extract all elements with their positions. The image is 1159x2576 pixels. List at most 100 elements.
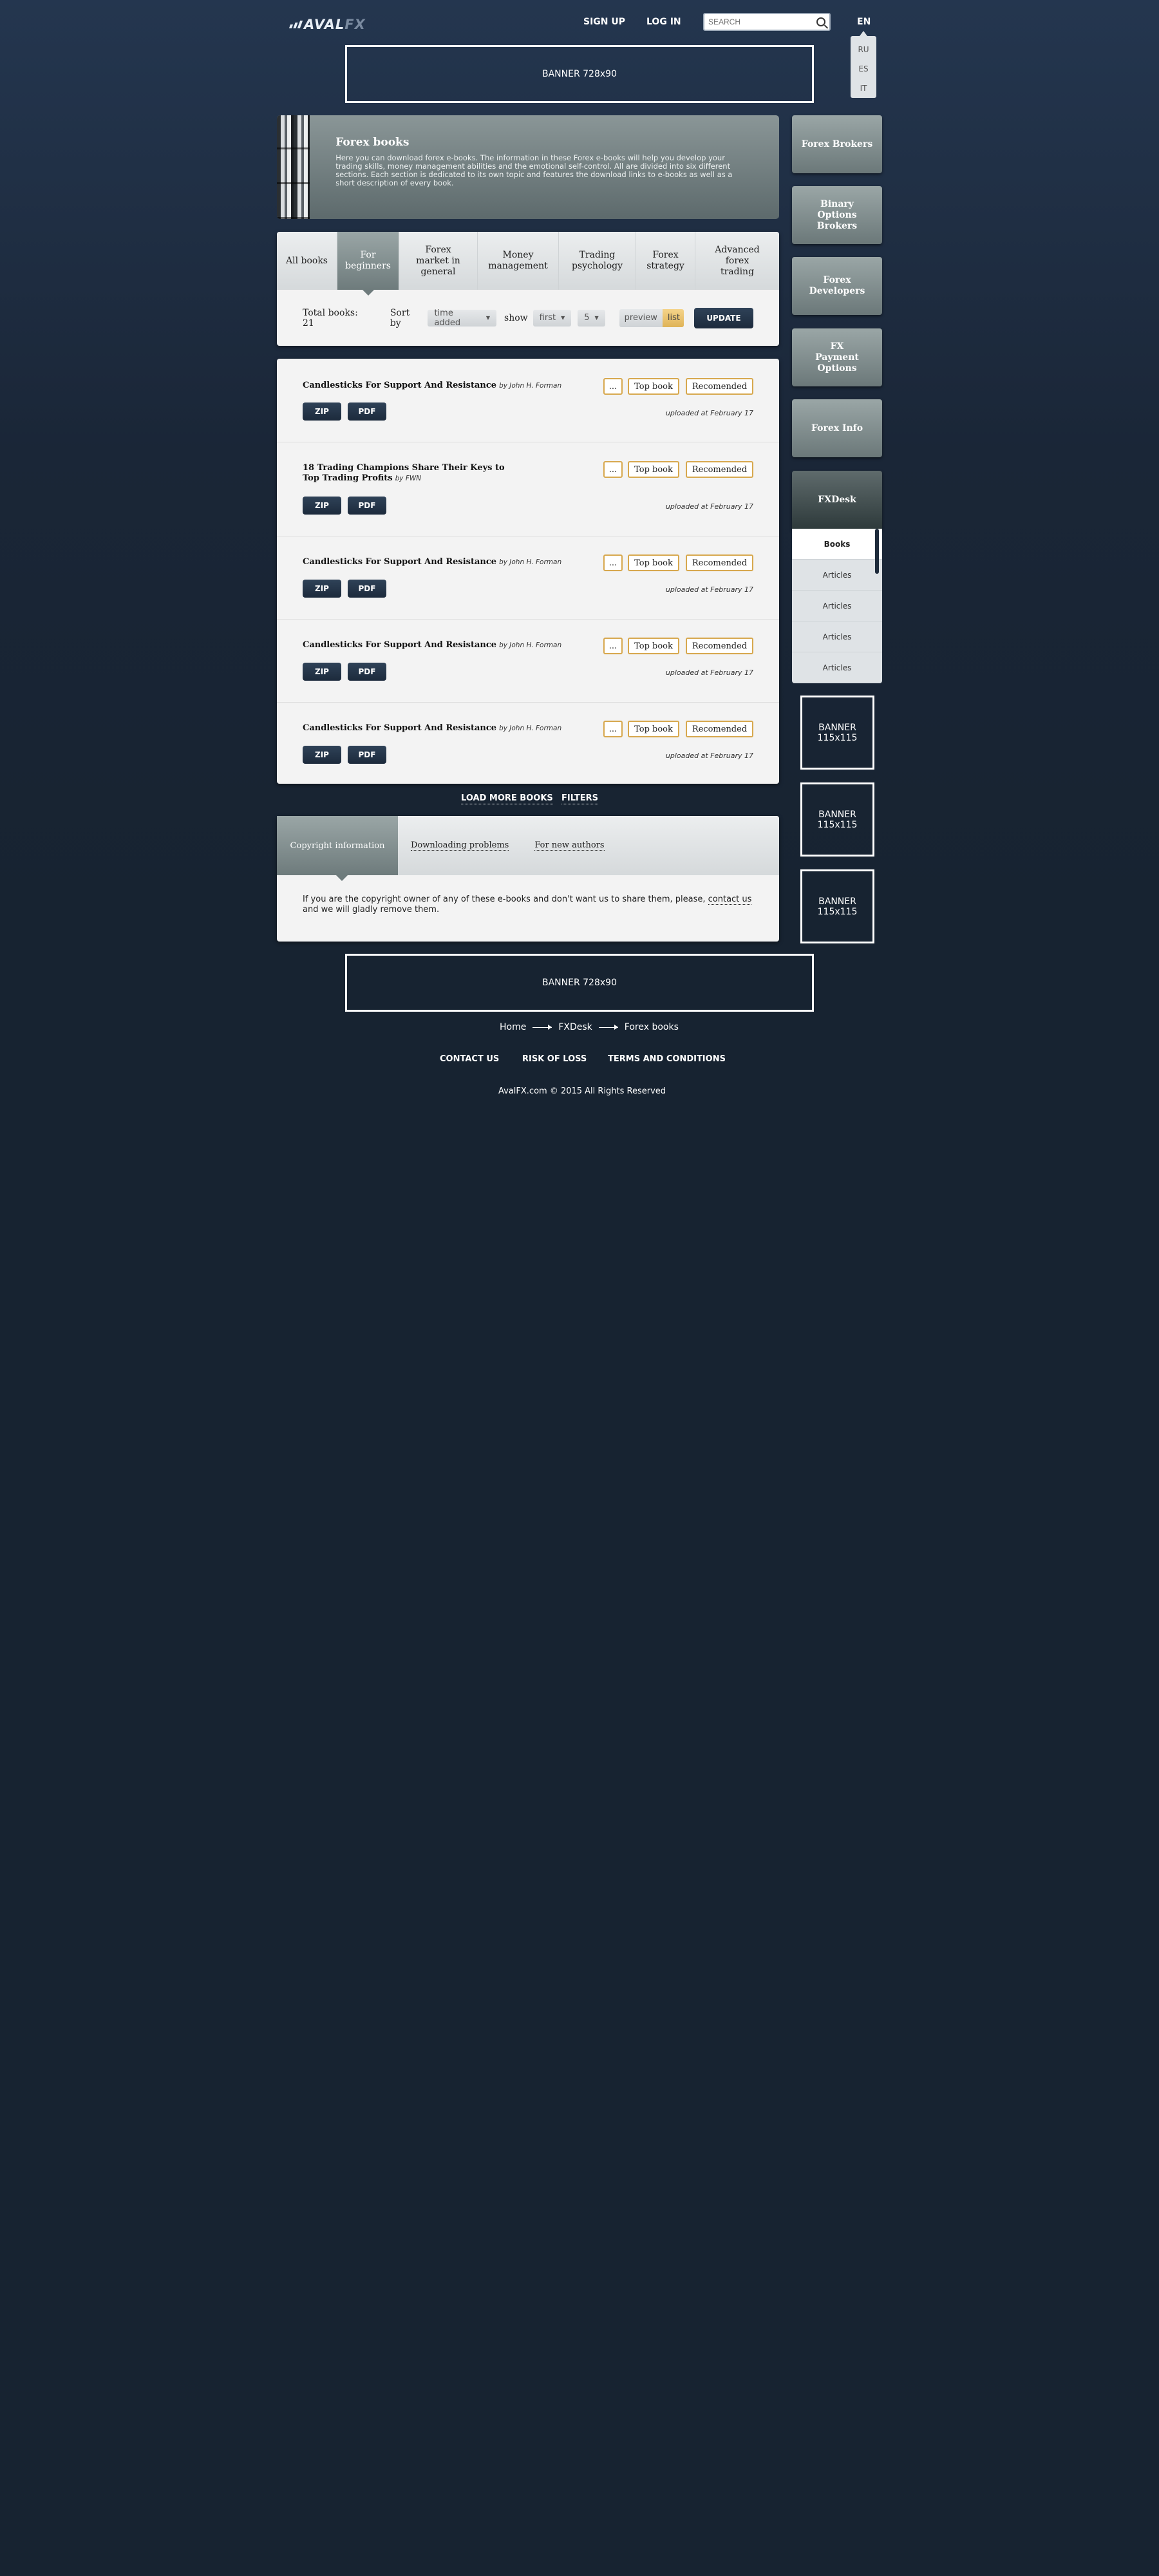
pdf-button[interactable]: PDF	[348, 580, 386, 598]
copyright-text: If you are the copyright owner of any of…	[303, 895, 752, 914]
submenu-item-books[interactable]: Books	[792, 529, 882, 560]
update-button[interactable]: UPDATE	[693, 307, 753, 328]
top-book-badge[interactable]: Top book	[628, 461, 679, 478]
recommended-badge[interactable]: Recomended	[686, 378, 753, 395]
contact-us-link[interactable]: contact us	[708, 895, 752, 905]
book-title[interactable]: Candlesticks For Support And Resistance b…	[303, 723, 561, 734]
signup-link[interactable]: SIGN UP	[583, 17, 625, 27]
more-button[interactable]: ...	[603, 638, 623, 654]
tab-for-new-authors[interactable]: For new authors	[534, 840, 605, 851]
tab-copyright-information[interactable]: Copyright information	[277, 816, 398, 881]
filters-link[interactable]: FILTERS	[561, 793, 598, 804]
sidebar-item-binary-options[interactable]: Binary Options Brokers	[792, 186, 882, 244]
book-title[interactable]: Candlesticks For Support And Resistance b…	[303, 640, 561, 650]
language-dropdown: RU ES IT	[851, 31, 876, 98]
language-option[interactable]: IT	[851, 79, 876, 98]
pdf-button[interactable]: PDF	[348, 663, 386, 681]
tab-advanced-trading[interactable]: Advanced forex trading	[695, 232, 779, 290]
top-book-badge[interactable]: Top book	[628, 554, 679, 571]
caret-down-icon: ▼	[594, 315, 599, 321]
submenu-item-articles[interactable]: Articles	[792, 621, 882, 652]
submenu-scrollbar[interactable]	[875, 529, 879, 574]
book-row: Candlesticks For Support And Resistance b…	[277, 620, 779, 703]
book-row: Candlesticks For Support And Resistance b…	[277, 359, 779, 442]
tab-forex-strategy[interactable]: Forex strategy	[636, 232, 695, 290]
top-book-badge[interactable]: Top book	[628, 638, 679, 654]
book-title[interactable]: Candlesticks For Support And Resistance b…	[303, 381, 561, 391]
sidebar-item-forex-info[interactable]: Forex Info	[792, 399, 882, 457]
book-author: by FWN	[395, 475, 422, 482]
page-description: Here you can download forex e-books. The…	[335, 153, 733, 187]
page-title: Forex books	[335, 136, 410, 149]
tab-all-books[interactable]: All books	[277, 232, 337, 290]
total-books: Total books: 21	[303, 307, 358, 328]
recommended-badge[interactable]: Recomended	[686, 721, 753, 737]
footer-terms[interactable]: TERMS AND CONDITIONS	[608, 1054, 726, 1064]
book-title[interactable]: Candlesticks For Support And Resistance b…	[303, 557, 561, 567]
breadcrumb-fxdesk[interactable]: FXDesk	[558, 1022, 592, 1032]
breadcrumb-current: Forex books	[624, 1022, 679, 1032]
sidebar-item-fxdesk[interactable]: FXDesk	[792, 471, 882, 529]
more-button[interactable]: ...	[603, 721, 623, 737]
banner-bottom[interactable]: BANNER 728x90	[345, 954, 814, 1012]
caret-down-icon: ▼	[485, 315, 491, 321]
zip-button[interactable]: ZIP	[303, 746, 341, 764]
tab-for-beginners[interactable]: For beginners	[337, 232, 399, 296]
hero-section: Forex books Here you can download forex …	[277, 115, 779, 219]
pdf-button[interactable]: PDF	[348, 402, 386, 421]
banner-top[interactable]: BANNER 728x90	[345, 45, 814, 103]
book-row: 18 Trading Champions Share Their Keys to…	[277, 442, 779, 536]
view-list-button[interactable]: list	[662, 308, 684, 327]
info-tabs: Copyright information Downloading proble…	[277, 816, 779, 881]
more-button[interactable]: ...	[603, 378, 623, 395]
banner-side-1[interactable]: BANNER 115x115	[800, 696, 874, 770]
tab-trading-psychology[interactable]: Trading psychology	[559, 232, 636, 290]
logo[interactable]: AVAL FX	[288, 17, 366, 32]
order-select[interactable]: first ▼	[532, 309, 572, 327]
recommended-badge[interactable]: Recomended	[686, 461, 753, 478]
book-title[interactable]: 18 Trading Champions Share Their Keys to…	[303, 463, 522, 484]
zip-button[interactable]: ZIP	[303, 580, 341, 598]
load-more-link[interactable]: LOAD MORE BOOKS	[461, 793, 553, 804]
footer-risk-of-loss[interactable]: RISK OF LOSS	[522, 1054, 587, 1064]
upload-date: uploaded at February 17	[665, 752, 753, 760]
view-preview-button[interactable]: preview	[619, 308, 663, 327]
submenu-item-articles[interactable]: Articles	[792, 591, 882, 621]
book-author: by John H. Forman	[499, 641, 562, 649]
submenu-item-articles[interactable]: Articles	[792, 560, 882, 591]
language-option[interactable]: RU	[851, 40, 876, 59]
zip-button[interactable]: ZIP	[303, 402, 341, 421]
login-link[interactable]: LOG IN	[646, 17, 681, 27]
recommended-badge[interactable]: Recomended	[686, 638, 753, 654]
footer-contact-us[interactable]: CONTACT US	[440, 1054, 499, 1064]
more-button[interactable]: ...	[603, 554, 623, 571]
order-value: first	[539, 313, 556, 323]
banner-side-3[interactable]: BANNER 115x115	[800, 869, 874, 943]
tab-downloading-problems[interactable]: Downloading problems	[411, 840, 509, 851]
search-icon[interactable]	[816, 17, 825, 26]
breadcrumb-home[interactable]: Home	[500, 1022, 526, 1032]
tab-money-management[interactable]: Money management	[478, 232, 559, 290]
more-button[interactable]: ...	[603, 461, 623, 478]
upload-date: uploaded at February 17	[665, 585, 753, 594]
language-option[interactable]: ES	[851, 59, 876, 79]
sort-select[interactable]: time added ▼	[428, 308, 497, 328]
zip-button[interactable]: ZIP	[303, 663, 341, 681]
search-box	[703, 13, 831, 31]
pdf-button[interactable]: PDF	[348, 746, 386, 764]
caret-down-icon: ▼	[561, 315, 565, 321]
zip-button[interactable]: ZIP	[303, 497, 341, 515]
submenu-item-articles[interactable]: Articles	[792, 652, 882, 683]
language-current[interactable]: EN	[857, 17, 871, 27]
recommended-badge[interactable]: Recomended	[686, 554, 753, 571]
count-select[interactable]: 5 ▼	[578, 309, 605, 327]
search-input[interactable]	[708, 17, 816, 26]
banner-side-2[interactable]: BANNER 115x115	[800, 782, 874, 857]
top-book-badge[interactable]: Top book	[628, 378, 679, 395]
sidebar-item-forex-developers[interactable]: Forex Developers	[792, 257, 882, 315]
sidebar-item-forex-brokers[interactable]: Forex Brokers	[792, 115, 882, 173]
tab-forex-market[interactable]: Forex market in general	[399, 232, 478, 290]
sidebar-item-fx-payment[interactable]: FX Payment Options	[792, 328, 882, 386]
top-book-badge[interactable]: Top book	[628, 721, 679, 737]
pdf-button[interactable]: PDF	[348, 497, 386, 515]
